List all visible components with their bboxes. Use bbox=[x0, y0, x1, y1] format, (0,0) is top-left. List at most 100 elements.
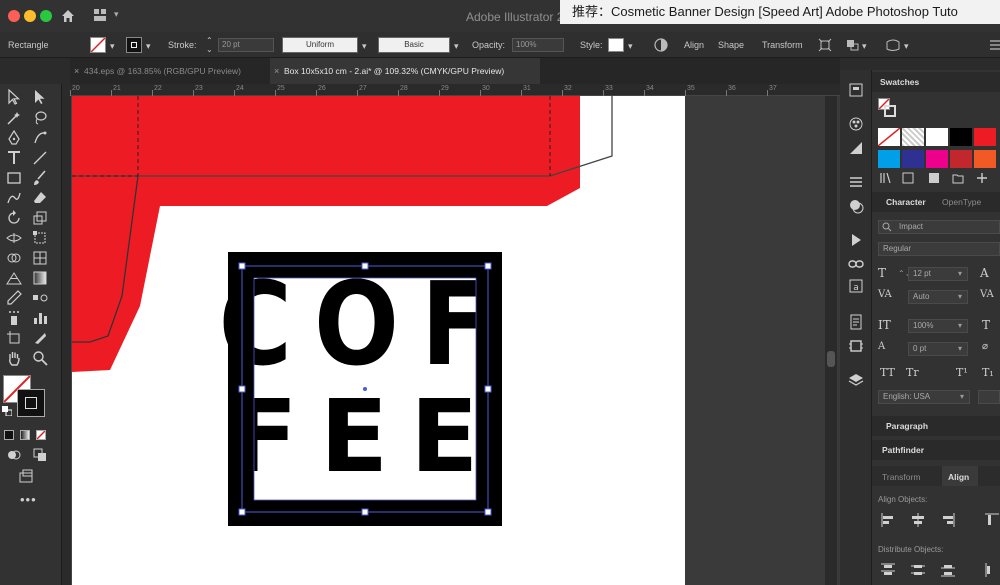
artboards-panel-icon[interactable] bbox=[848, 338, 864, 354]
chevron-down-icon[interactable]: ▾ bbox=[114, 9, 119, 20]
stroke-swatch[interactable] bbox=[126, 37, 142, 53]
slice-tool-icon[interactable] bbox=[32, 330, 48, 346]
font-family-field[interactable]: Impact bbox=[878, 220, 1000, 234]
zoom-tool-icon[interactable] bbox=[32, 350, 48, 366]
swatch-none[interactable] bbox=[877, 127, 901, 147]
language-field[interactable]: English: USA bbox=[878, 390, 970, 404]
new-color-group-icon[interactable] bbox=[952, 172, 964, 184]
rotate-tool-icon[interactable] bbox=[6, 210, 22, 226]
swatch-red[interactable] bbox=[974, 128, 996, 146]
artboard-tool-icon[interactable] bbox=[6, 330, 22, 346]
panel-menu-icon[interactable] bbox=[988, 38, 1000, 52]
actions-panel-icon[interactable] bbox=[848, 232, 864, 248]
layers-panel-icon[interactable] bbox=[848, 372, 864, 388]
none-mode-button[interactable] bbox=[36, 430, 46, 440]
stepper-arrows-icon[interactable]: ⌃⌄ bbox=[206, 36, 213, 54]
shape-builder-tool-icon[interactable] bbox=[6, 250, 22, 266]
stroke-label[interactable]: Stroke: bbox=[168, 40, 197, 50]
chevron-down-icon[interactable]: ▾ bbox=[110, 41, 115, 52]
screen-mode-icon[interactable] bbox=[18, 469, 34, 485]
draw-behind-icon[interactable] bbox=[32, 447, 48, 463]
shape-link[interactable]: Shape bbox=[718, 40, 744, 50]
scrollbar-thumb[interactable] bbox=[827, 351, 835, 367]
stroke-panel-icon[interactable] bbox=[848, 174, 864, 190]
swatch-black[interactable] bbox=[950, 128, 972, 146]
blend-tool-icon[interactable] bbox=[32, 290, 48, 306]
eraser-tool-icon[interactable] bbox=[32, 190, 48, 206]
perspective-grid-tool-icon[interactable] bbox=[6, 270, 22, 286]
line-segment-tool-icon[interactable] bbox=[32, 150, 48, 166]
tab-opentype[interactable]: OpenType bbox=[942, 197, 981, 207]
chevron-down-icon[interactable]: ▾ bbox=[628, 41, 633, 52]
tab-align[interactable]: Align bbox=[948, 472, 969, 482]
width-tool-icon[interactable] bbox=[6, 230, 22, 246]
paintbrush-tool-icon[interactable] bbox=[32, 170, 48, 186]
type-tool-icon[interactable] bbox=[6, 150, 22, 166]
free-transform-tool-icon[interactable] bbox=[32, 230, 48, 246]
scale-tool-icon[interactable] bbox=[32, 210, 48, 226]
document-tab-434[interactable]: × 434.eps @ 163.85% (RGB/GPU Preview) bbox=[70, 58, 270, 84]
swatch-white[interactable] bbox=[926, 128, 948, 146]
live-paint-tool-icon[interactable] bbox=[32, 250, 48, 266]
distribute-top-icon[interactable] bbox=[880, 562, 896, 578]
chevron-down-icon[interactable]: ▾ bbox=[862, 41, 867, 52]
eyedropper-tool-icon[interactable] bbox=[6, 290, 22, 306]
new-swatch-icon[interactable] bbox=[976, 172, 988, 184]
swatch-options-icon[interactable] bbox=[928, 172, 940, 184]
hand-tool-icon[interactable] bbox=[6, 350, 22, 366]
tab-paragraph[interactable]: Paragraph bbox=[886, 421, 928, 431]
magic-wand-tool-icon[interactable] bbox=[6, 110, 22, 126]
vertical-align-top-icon-partial[interactable] bbox=[984, 512, 1000, 528]
transform-link[interactable]: Transform bbox=[762, 40, 803, 50]
opacity-label[interactable]: Opacity: bbox=[472, 40, 505, 50]
opacity-field[interactable]: 100% bbox=[512, 38, 564, 52]
distribute-bottom-icon[interactable] bbox=[940, 562, 956, 578]
shaper-tool-icon[interactable] bbox=[6, 190, 22, 206]
home-icon[interactable] bbox=[60, 8, 76, 24]
close-tab-icon[interactable]: × bbox=[274, 58, 279, 84]
edit-toolbar-icon[interactable]: ••• bbox=[20, 492, 37, 507]
document-info-icon[interactable] bbox=[848, 314, 864, 330]
subscript-button[interactable]: T₁ bbox=[982, 366, 994, 379]
chevron-down-icon[interactable]: ▾ bbox=[904, 41, 909, 52]
variable-width-profile[interactable]: Uniform bbox=[282, 37, 358, 53]
chevron-down-icon[interactable]: ▾ bbox=[362, 41, 367, 52]
vertical-scrollbar[interactable] bbox=[825, 96, 837, 585]
default-fill-stroke-icon[interactable] bbox=[2, 406, 12, 416]
recolor-artwork-icon[interactable] bbox=[654, 38, 668, 52]
graphic-style-swatch[interactable] bbox=[608, 38, 624, 52]
chevron-down-icon[interactable]: ▾ bbox=[960, 392, 964, 401]
curvature-tool-icon[interactable] bbox=[32, 130, 48, 146]
color-panel-icon[interactable] bbox=[848, 116, 864, 132]
chevron-down-icon[interactable]: ▾ bbox=[454, 41, 459, 52]
swatch-orange-red[interactable] bbox=[974, 150, 996, 168]
draw-normal-icon[interactable] bbox=[6, 447, 22, 463]
swatch-cyan[interactable] bbox=[878, 150, 900, 168]
swatch-libraries-icon[interactable] bbox=[880, 172, 892, 184]
vertical-ruler[interactable] bbox=[62, 96, 72, 585]
chevron-down-icon[interactable]: ▾ bbox=[146, 41, 151, 52]
chevron-down-icon[interactable]: ▾ bbox=[958, 321, 962, 330]
chevron-down-icon[interactable]: ▾ bbox=[958, 269, 962, 278]
close-window-button[interactable] bbox=[8, 10, 20, 22]
align-link[interactable]: Align bbox=[684, 40, 704, 50]
distribute-center-icon[interactable] bbox=[910, 562, 926, 578]
horizontal-align-left-icon[interactable] bbox=[880, 512, 896, 528]
artboard[interactable]: COF FEE bbox=[72, 96, 825, 585]
envelope-distort-icon[interactable] bbox=[886, 38, 900, 52]
properties-panel-icon[interactable] bbox=[848, 82, 864, 98]
color-guide-icon[interactable] bbox=[848, 140, 864, 156]
color-mode-button[interactable] bbox=[4, 430, 14, 440]
small-caps-button[interactable]: Tr bbox=[906, 366, 919, 379]
all-caps-button[interactable]: TT bbox=[880, 366, 895, 379]
swatch-blue[interactable] bbox=[902, 150, 924, 168]
gradient-tool-icon[interactable] bbox=[32, 270, 48, 286]
lasso-tool-icon[interactable] bbox=[32, 110, 48, 126]
minimize-window-button[interactable] bbox=[24, 10, 36, 22]
swatch-registration[interactable] bbox=[902, 128, 924, 146]
show-swatch-kinds-icon[interactable] bbox=[902, 172, 914, 184]
direct-selection-tool-icon[interactable] bbox=[32, 89, 48, 105]
font-style-field[interactable]: Regular bbox=[878, 242, 1000, 256]
superscript-button[interactable]: T¹ bbox=[956, 366, 968, 379]
zoom-window-button[interactable] bbox=[40, 10, 52, 22]
